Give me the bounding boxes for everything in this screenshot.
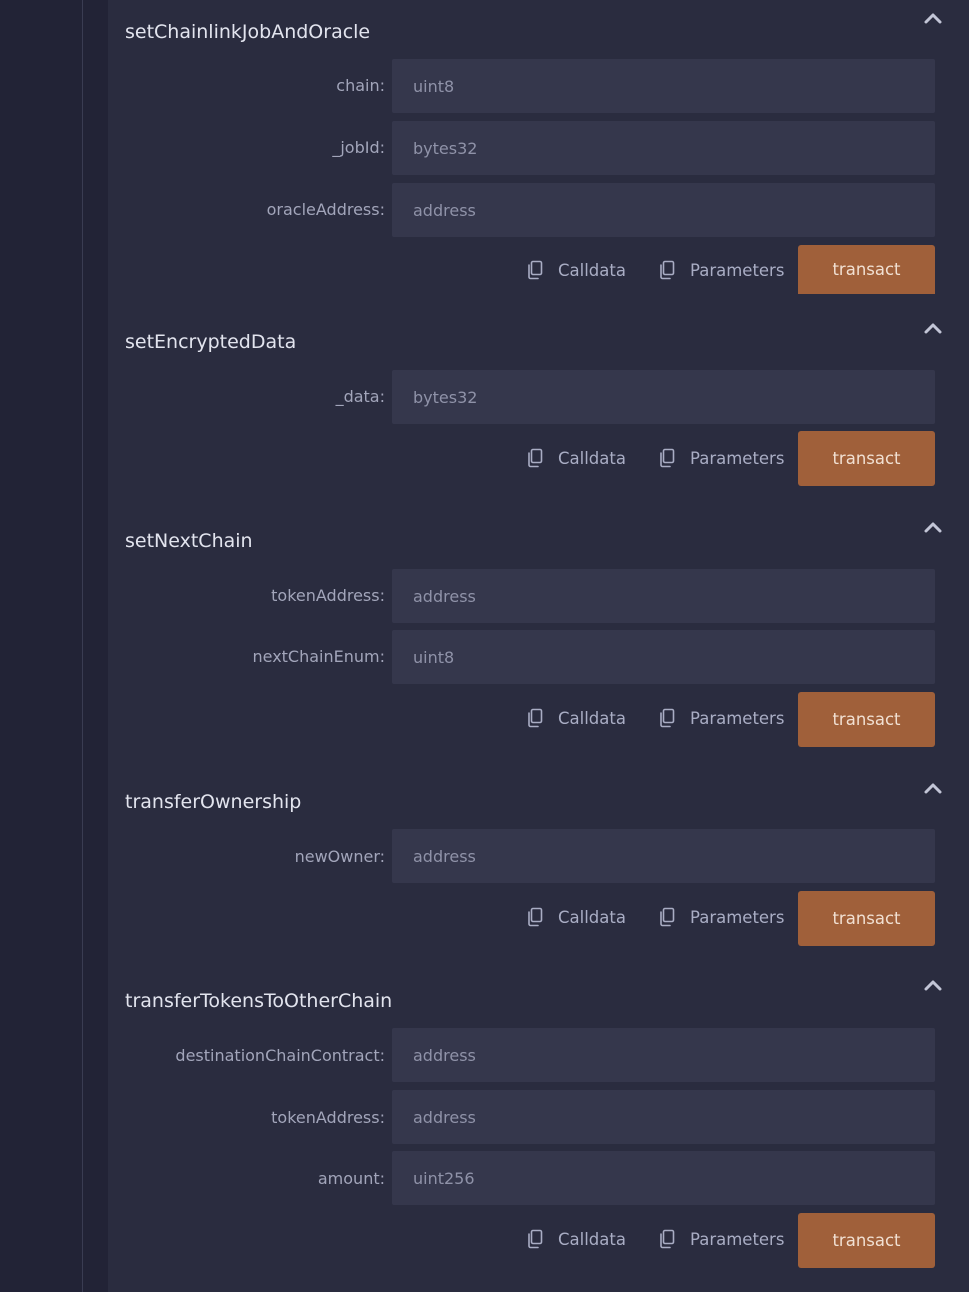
param-label: nextChainEnum: — [252, 647, 385, 666]
copy-icon — [660, 1229, 675, 1249]
param-input[interactable] — [392, 1090, 935, 1144]
parameters-label: Parameters — [690, 260, 785, 280]
copy-calldata-button[interactable]: Calldata — [525, 448, 626, 468]
copy-calldata-button[interactable]: Calldata — [525, 260, 626, 280]
parameters-label: Parameters — [690, 1229, 785, 1249]
param-input[interactable] — [392, 630, 935, 684]
transact-button[interactable]: transact — [798, 692, 935, 747]
copy-icon — [528, 708, 543, 728]
calldata-label: Calldata — [558, 1229, 626, 1249]
chevron-up-icon[interactable] — [923, 978, 943, 992]
param-input[interactable] — [392, 121, 935, 175]
parameters-label: Parameters — [690, 708, 785, 728]
copy-icon — [660, 260, 675, 280]
parameters-label: Parameters — [690, 448, 785, 468]
copy-icon — [528, 260, 543, 280]
param-label: amount: — [317, 1169, 385, 1188]
param-label: _jobId: — [332, 138, 385, 157]
copy-icon — [528, 1229, 543, 1249]
function-title: setEncryptedData — [125, 331, 297, 353]
panel-gutter — [83, 0, 108, 1292]
transact-button[interactable]: transact — [798, 245, 935, 294]
calldata-label: Calldata — [558, 708, 626, 728]
copy-icon — [660, 907, 675, 927]
param-label: chain: — [336, 76, 385, 95]
param-label: tokenAddress: — [271, 586, 385, 605]
function-card: setNextChain tokenAddress: nextChainEnum… — [108, 509, 969, 759]
transact-button[interactable]: transact — [798, 431, 935, 486]
param-input[interactable] — [392, 59, 935, 113]
copy-icon — [528, 448, 543, 468]
calldata-label: Calldata — [558, 260, 626, 280]
param-input[interactable] — [392, 569, 935, 623]
chevron-up-icon[interactable] — [923, 321, 943, 335]
copy-parameters-button[interactable]: Parameters — [657, 448, 784, 468]
copy-parameters-button[interactable]: Parameters — [657, 1229, 784, 1249]
param-input[interactable] — [392, 183, 935, 237]
function-card: transferTokensToOtherChain destinationCh… — [108, 969, 969, 1292]
param-input[interactable] — [392, 829, 935, 883]
copy-calldata-button[interactable]: Calldata — [525, 708, 626, 728]
copy-icon — [660, 708, 675, 728]
calldata-label: Calldata — [558, 907, 626, 927]
param-label: destinationChainContract: — [175, 1046, 385, 1065]
copy-calldata-button[interactable]: Calldata — [525, 907, 626, 927]
function-title: setChainlinkJobAndOracle — [125, 21, 371, 43]
param-label: oracleAddress: — [266, 200, 385, 219]
copy-icon — [660, 448, 675, 468]
chevron-up-icon[interactable] — [923, 781, 943, 795]
function-title: transferOwnership — [125, 791, 302, 813]
param-label: newOwner: — [294, 847, 385, 866]
copy-icon — [528, 907, 543, 927]
transact-button[interactable]: transact — [798, 891, 935, 946]
param-input[interactable] — [392, 370, 935, 424]
function-card: setChainlinkJobAndOracle chain: _jobId: … — [108, 0, 969, 295]
function-title: transferTokensToOtherChain — [125, 990, 393, 1012]
param-label: tokenAddress: — [271, 1108, 385, 1127]
copy-parameters-button[interactable]: Parameters — [657, 260, 784, 280]
param-input[interactable] — [392, 1028, 935, 1082]
function-card: transferOwnership newOwner: Calldata Par… — [108, 770, 969, 950]
chevron-up-icon[interactable] — [923, 520, 943, 534]
copy-parameters-button[interactable]: Parameters — [657, 708, 784, 728]
left-rail — [0, 0, 83, 1292]
parameters-label: Parameters — [690, 907, 785, 927]
function-title: setNextChain — [125, 530, 253, 552]
transact-button[interactable]: transact — [798, 1213, 935, 1268]
copy-calldata-button[interactable]: Calldata — [525, 1229, 626, 1249]
param-input[interactable] — [392, 1151, 935, 1205]
calldata-label: Calldata — [558, 448, 626, 468]
contract-functions-panel: setChainlinkJobAndOracle chain: _jobId: … — [108, 0, 969, 1292]
copy-parameters-button[interactable]: Parameters — [657, 907, 784, 927]
function-card: setEncryptedData _data: Calldata Paramet… — [108, 310, 969, 500]
param-label: _data: — [335, 387, 385, 406]
chevron-up-icon[interactable] — [923, 11, 943, 25]
